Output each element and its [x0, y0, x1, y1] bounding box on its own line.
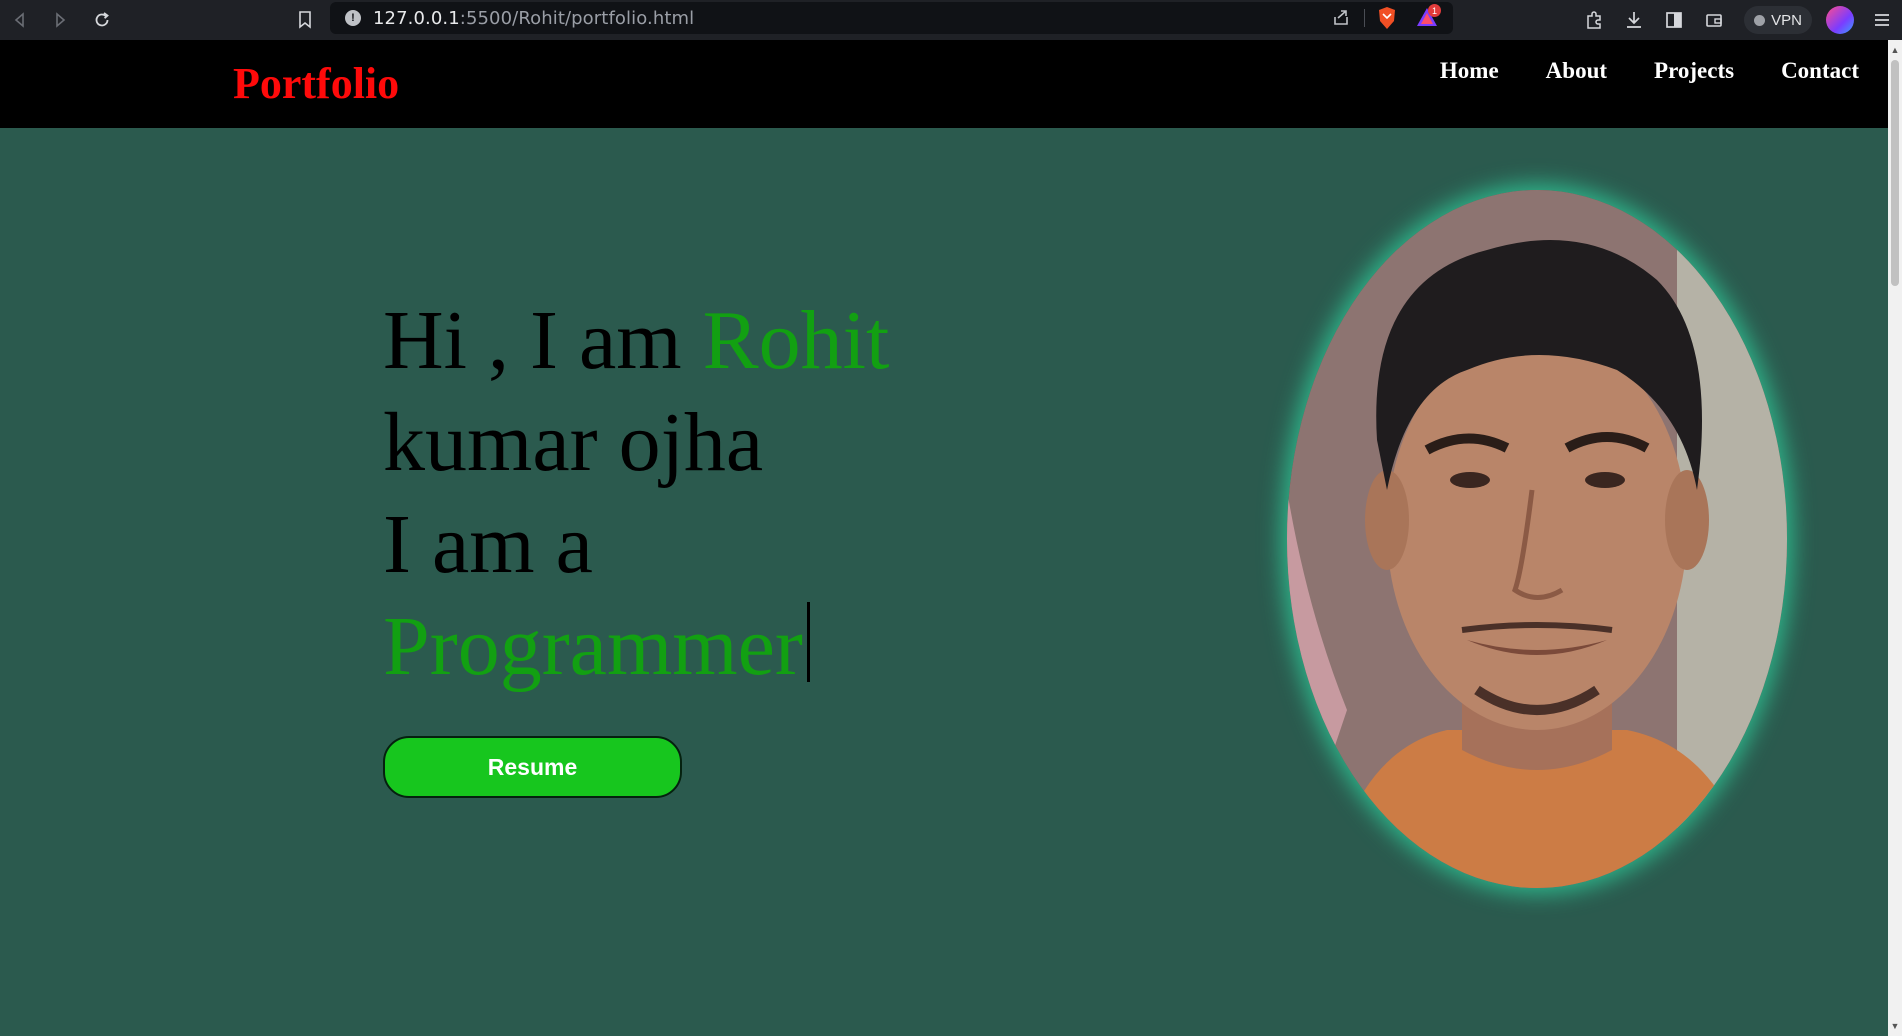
- hero-text: Hi , I am Rohit kumar ojha I am a Progra…: [383, 290, 889, 698]
- page-scrollbar[interactable]: ▲ ▼: [1888, 40, 1902, 1036]
- rewards-badge: 1: [1428, 4, 1441, 17]
- hero-line-4: Programmer: [383, 596, 889, 698]
- site-brand[interactable]: Portfolio: [233, 58, 399, 109]
- typing-caret: [806, 602, 810, 682]
- browser-right-tools: VPN: [1574, 0, 1902, 40]
- nav-link-home[interactable]: Home: [1440, 58, 1499, 84]
- vpn-status-icon: [1754, 14, 1766, 26]
- reload-icon[interactable]: [82, 0, 122, 40]
- brave-shield-icon[interactable]: [1376, 6, 1398, 35]
- share-icon[interactable]: [1331, 8, 1351, 33]
- nav-link-projects[interactable]: Projects: [1654, 58, 1734, 84]
- hero-greeting: Hi , I am: [383, 294, 703, 387]
- nav-link-about[interactable]: About: [1546, 58, 1607, 84]
- forward-icon[interactable]: [40, 0, 80, 40]
- url-text[interactable]: 127.0.0.1:5500/Rohit/portfolio.html: [373, 8, 694, 29]
- site-navbar: Portfolio Home About Projects Contact: [0, 40, 1888, 128]
- profile-photo-illustration: [1287, 190, 1787, 888]
- back-icon[interactable]: [0, 0, 40, 40]
- profile-photo: [1287, 190, 1787, 888]
- url-path: :5500/Rohit/portfolio.html: [459, 7, 695, 29]
- sidebar-icon[interactable]: [1654, 0, 1694, 40]
- download-icon[interactable]: [1614, 0, 1654, 40]
- address-bar[interactable]: ! 127.0.0.1:5500/Rohit/portfolio.html 1: [330, 2, 1453, 34]
- scrollbar-thumb[interactable]: [1891, 60, 1899, 286]
- typed-role: Programmer: [383, 600, 803, 693]
- profile-avatar[interactable]: [1826, 6, 1854, 34]
- resume-button[interactable]: Resume: [383, 736, 682, 798]
- browser-toolbar: ! 127.0.0.1:5500/Rohit/portfolio.html 1 …: [0, 0, 1902, 40]
- wallet-icon[interactable]: [1694, 0, 1734, 40]
- site-menu: Home About Projects Contact: [1440, 58, 1859, 84]
- vpn-button[interactable]: VPN: [1744, 6, 1812, 34]
- hero-first-name: Rohit: [702, 294, 890, 387]
- scroll-up-arrow-icon[interactable]: ▲: [1888, 42, 1902, 58]
- nav-link-contact[interactable]: Contact: [1781, 58, 1859, 84]
- url-host: 127.0.0.1: [373, 7, 460, 29]
- hero-line-3: I am a: [383, 498, 593, 591]
- hero-line-2: kumar ojha: [383, 396, 764, 489]
- vpn-label: VPN: [1771, 11, 1802, 29]
- extensions-icon[interactable]: [1574, 0, 1614, 40]
- bookmark-icon[interactable]: [290, 0, 320, 40]
- menu-icon[interactable]: [1862, 0, 1902, 40]
- hero-line-1: Hi , I am Rohit: [383, 290, 889, 392]
- page-viewport: Portfolio Home About Projects Contact Hi…: [0, 40, 1888, 1036]
- site-info-icon[interactable]: !: [345, 10, 361, 26]
- scroll-down-arrow-icon[interactable]: ▼: [1888, 1018, 1902, 1034]
- url-separator: [1364, 9, 1365, 27]
